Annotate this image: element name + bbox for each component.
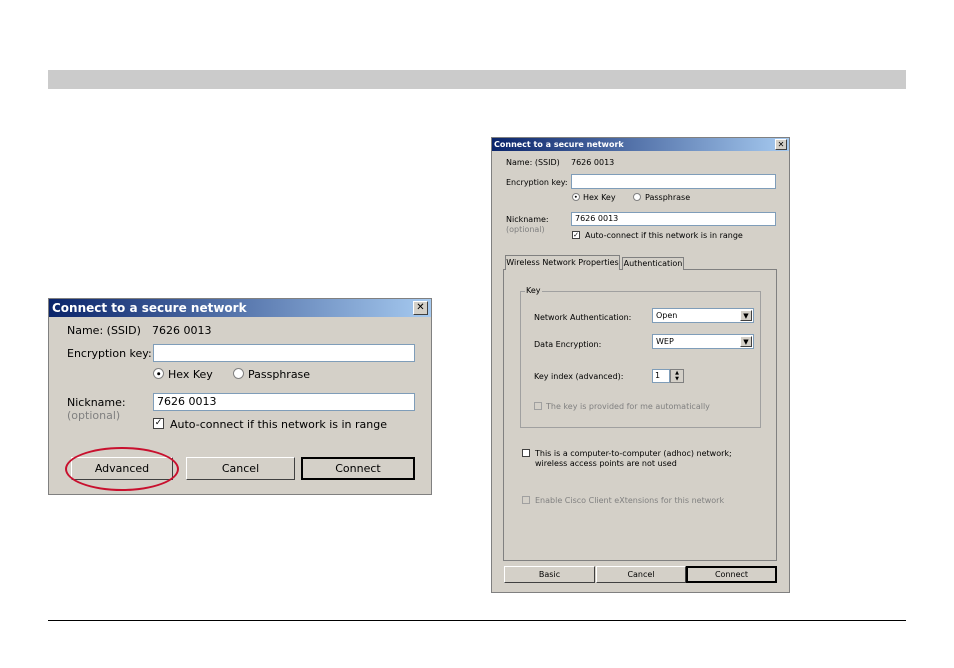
- hex-key-radio[interactable]: [153, 368, 164, 379]
- ssid-label: Name: (SSID): [506, 158, 560, 167]
- nickname-optional-label: (optional): [506, 225, 545, 234]
- hex-key-radio[interactable]: [572, 193, 580, 201]
- close-icon[interactable]: ✕: [775, 139, 787, 150]
- chevron-down-icon[interactable]: ▼: [740, 310, 752, 321]
- adhoc-checkbox[interactable]: [522, 449, 530, 457]
- nickname-optional-label: (optional): [67, 409, 121, 422]
- data-encryption-label: Data Encryption:: [534, 340, 602, 349]
- passphrase-label: Passphrase: [248, 368, 311, 381]
- autoconnect-checkbox[interactable]: ✓: [153, 418, 164, 429]
- chevron-down-icon[interactable]: ▼: [740, 336, 752, 347]
- data-encryption-select[interactable]: WEP ▼: [652, 334, 754, 349]
- cancel-button[interactable]: Cancel: [186, 457, 295, 480]
- dialog-title: Connect to a secure network: [52, 301, 247, 315]
- autoconnect-label: Auto-connect if this network is in range: [170, 418, 388, 431]
- cisco-extensions-checkbox: [522, 496, 530, 504]
- ssid-value: 7626 0013: [152, 324, 212, 337]
- tab-authentication[interactable]: Authentication: [622, 257, 684, 270]
- key-provided-checkbox: [534, 402, 542, 410]
- nickname-label: Nickname:: [506, 215, 549, 224]
- spin-down-icon[interactable]: ▼: [671, 376, 683, 382]
- encryption-key-input[interactable]: [153, 344, 415, 362]
- encryption-key-label: Encryption key:: [506, 178, 568, 187]
- encryption-key-input[interactable]: [571, 174, 776, 189]
- header-bar: [48, 70, 906, 89]
- advanced-highlight-ellipse: [65, 447, 179, 491]
- connect-dialog-basic: Connect to a secure network ✕ Name: (SSI…: [48, 298, 432, 495]
- autoconnect-label: Auto-connect if this network is in range: [585, 231, 743, 240]
- network-authentication-value: Open: [656, 311, 678, 320]
- nickname-input[interactable]: 7626 0013: [571, 212, 776, 226]
- connect-button[interactable]: Connect: [301, 457, 415, 480]
- dialog-title: Connect to a secure network: [494, 140, 624, 149]
- key-provided-label: The key is provided for me automatically: [546, 402, 710, 411]
- network-authentication-select[interactable]: Open ▼: [652, 308, 754, 323]
- connect-button[interactable]: Connect: [686, 566, 777, 583]
- nickname-label: Nickname:: [67, 396, 126, 409]
- adhoc-label-line2: wireless access points are not used: [535, 459, 677, 468]
- cisco-extensions-label: Enable Cisco Client eXtensions for this …: [535, 496, 725, 505]
- cancel-button[interactable]: Cancel: [596, 566, 686, 583]
- hex-key-label: Hex Key: [168, 368, 213, 381]
- key-index-label: Key index (advanced):: [534, 372, 624, 381]
- autoconnect-checkbox[interactable]: ✓: [572, 231, 580, 239]
- close-icon[interactable]: ✕: [413, 301, 428, 315]
- encryption-key-label: Encryption key:: [67, 347, 152, 360]
- nickname-input[interactable]: 7626 0013: [153, 393, 415, 411]
- data-encryption-value: WEP: [656, 337, 674, 346]
- passphrase-radio[interactable]: [633, 193, 641, 201]
- ssid-label: Name: (SSID): [67, 324, 141, 337]
- hex-key-label: Hex Key: [583, 193, 616, 202]
- passphrase-radio[interactable]: [233, 368, 244, 379]
- passphrase-label: Passphrase: [645, 193, 691, 202]
- key-group-label: Key: [525, 286, 542, 295]
- connect-dialog-advanced: Connect to a secure network ✕ Name: (SSI…: [491, 137, 790, 593]
- footer-divider: [48, 620, 906, 621]
- adhoc-label-line1: This is a computer-to-computer (adhoc) n…: [535, 449, 732, 458]
- dialog-titlebar: Connect to a secure network ✕: [492, 138, 789, 151]
- ssid-value: 7626 0013: [571, 158, 615, 167]
- dialog-titlebar: Connect to a secure network ✕: [49, 299, 431, 317]
- basic-button[interactable]: Basic: [504, 566, 595, 583]
- key-index-input[interactable]: 1: [652, 369, 670, 383]
- tab-wireless-network-properties[interactable]: Wireless Network Properties: [505, 255, 620, 270]
- key-index-spinner[interactable]: ▲ ▼: [670, 369, 684, 383]
- network-authentication-label: Network Authentication:: [534, 313, 632, 322]
